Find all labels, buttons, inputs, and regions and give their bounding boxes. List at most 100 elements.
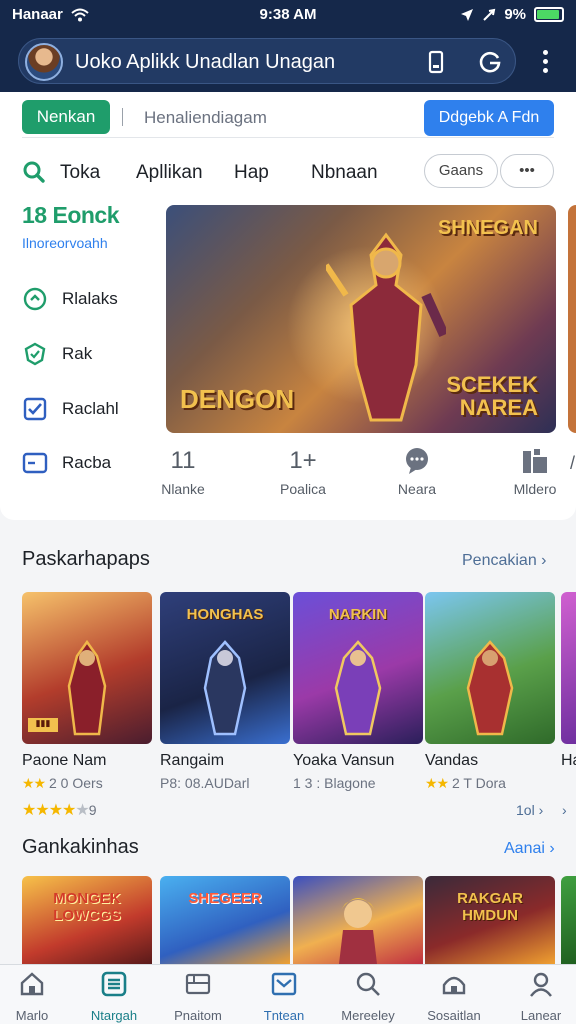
home-icon <box>20 972 44 996</box>
stat-label: Poalica <box>280 481 326 497</box>
app-name[interactable]: Vandas <box>425 752 478 770</box>
sidebar-item-4[interactable]: Racba <box>22 448 152 478</box>
search-icon[interactable] <box>22 160 46 184</box>
app-tile[interactable]: ▮▮▮ <box>22 592 152 744</box>
stat-2[interactable]: 1+ Poalica <box>258 447 348 497</box>
sidebar-title: 18 Eonck <box>22 202 120 228</box>
stat-1[interactable]: 11 Nlanke <box>138 447 228 497</box>
signal-icon <box>483 8 496 21</box>
search-icon <box>356 972 380 996</box>
tile-character-art <box>67 639 107 736</box>
tile-title: HONGHAS <box>186 606 264 623</box>
rating-stars: ★★ <box>22 775 46 791</box>
refresh-circle-icon <box>23 287 47 311</box>
bottom-nav-item[interactable]: Marlo <box>0 971 68 1023</box>
battery-fill <box>537 10 559 19</box>
tile-character-art <box>334 640 382 736</box>
sidebar-item-label: Rlalaks <box>62 289 118 308</box>
next-banner-peek[interactable] <box>568 205 576 433</box>
bottom-nav-item-active[interactable]: Ntargah <box>78 971 150 1023</box>
app-tile[interactable]: NARKIN <box>293 592 423 744</box>
sidebar-subtitle[interactable]: Ilnoreorvoahh <box>22 235 152 251</box>
app-tile[interactable]: SHEGEER <box>160 876 290 964</box>
account-bar[interactable]: Uoko Aplikk Unadlan Unagan <box>18 38 516 84</box>
bottom-nav-item[interactable]: Sosaitlan <box>418 971 490 1023</box>
app-name[interactable]: Rangaim <box>160 752 224 770</box>
search-row: Nenkan Henaliendiagam Ddgebk A Fdn <box>22 100 554 138</box>
divider <box>122 108 123 126</box>
sidebar-item-label: Raclahl <box>62 399 119 418</box>
cloud-icon <box>442 976 466 995</box>
bottom-nav-label: Ntargah <box>90 1008 138 1023</box>
featured-banner[interactable]: SHNEGAN DENGON SCEKEK NAREA <box>166 205 556 433</box>
filter-chip[interactable]: Gaans <box>424 154 498 188</box>
tile-title: SHEGEER <box>188 890 262 907</box>
nav-tab-4[interactable]: Nbnaan <box>311 162 378 184</box>
sidebar-item-2[interactable]: Rak <box>22 339 152 369</box>
sidebar-item-3[interactable]: Raclahl <box>22 394 152 424</box>
primary-filter-button[interactable]: Nenkan <box>22 100 110 134</box>
pager-next-icon[interactable]: › <box>562 802 567 818</box>
tile-badge: ▮▮▮ <box>28 718 58 732</box>
action-button[interactable]: Ddgebk A Fdn <box>424 100 554 136</box>
app-tile[interactable]: MONGEK LOWCGS <box>22 876 152 964</box>
app-tile[interactable] <box>293 876 423 964</box>
app-name[interactable]: Ha <box>561 752 576 770</box>
bottom-nav-item[interactable]: Mereeley <box>332 971 404 1023</box>
tile-title: MONGEK LOWCGS <box>53 890 121 924</box>
section-link[interactable]: Pencakian › <box>462 552 547 570</box>
sidebar-item-label: Racba <box>62 453 112 472</box>
bottom-nav-item[interactable]: Pnaitom <box>162 971 234 1023</box>
app-meta: ★★ 2 T Dora <box>425 775 506 791</box>
app-meta: P8: 08.AUDarl <box>160 775 250 791</box>
banner-title-top: SHNEGAN <box>437 217 538 239</box>
banner-subtitle: SCEKEK NAREA <box>446 371 538 420</box>
battery-icon <box>534 7 564 22</box>
inbox-icon <box>271 972 297 996</box>
phone-icon[interactable] <box>423 49 449 75</box>
app-tile[interactable] <box>425 592 555 744</box>
section-title: Paskarhapaps <box>22 548 150 570</box>
stat-3[interactable]: Neara <box>372 447 462 497</box>
section-link[interactable]: Aanai › <box>504 840 555 858</box>
app-tile-peek[interactable] <box>561 876 576 964</box>
stat-value: 1+ <box>289 447 317 474</box>
list-icon <box>185 973 211 995</box>
pager-link[interactable]: 1ol › <box>516 802 543 818</box>
bottom-nav-item[interactable]: Lanear <box>505 971 576 1023</box>
bottom-nav: Marlo Ntargah Pnaitom Tntean Mereeley So… <box>0 964 576 1024</box>
stat-label: Nlanke <box>161 481 205 497</box>
sidebar-item-1[interactable]: Rlalaks <box>22 284 152 314</box>
window-icon <box>22 452 48 474</box>
bottom-nav-label: Tntean <box>263 1008 305 1023</box>
app-name[interactable]: Paone Nam <box>22 752 107 770</box>
location-icon <box>461 8 474 21</box>
bottom-nav-label: Mereeley <box>341 1008 395 1023</box>
bottom-nav-label: Sosaitlan <box>427 1008 481 1023</box>
search-input[interactable]: Henaliendiagam <box>144 108 267 128</box>
more-chip[interactable]: ••• <box>500 154 554 188</box>
banner-title: DENGON <box>180 384 295 414</box>
section-title: Gankakinhas <box>22 836 139 858</box>
nav-tab-1[interactable]: Toka <box>60 162 100 184</box>
stat-label: Neara <box>397 481 437 497</box>
nav-tab-2[interactable]: Apllikan <box>136 162 203 184</box>
app-tile[interactable]: HONGHAS <box>160 592 290 744</box>
app-header: Uoko Aplikk Unadlan Unagan <box>0 30 576 92</box>
chat-bubble-icon <box>406 448 428 474</box>
stats-row: 11 Nlanke 1+ Poalica Neara Mldero / <box>158 447 576 507</box>
avatar[interactable] <box>25 43 63 81</box>
sidebar-item-label: Rak <box>62 344 93 363</box>
more-menu-icon[interactable] <box>530 44 560 78</box>
google-g-icon[interactable] <box>477 49 503 75</box>
app-tile-peek[interactable] <box>561 592 576 744</box>
nav-tab-3[interactable]: Hap <box>234 162 269 184</box>
apps-icon <box>101 971 127 997</box>
tile-title: RAKGAR HMDUN <box>457 890 523 924</box>
sidebar: 18 Eonck Ilnoreorvoahh <box>22 202 152 251</box>
stat-4[interactable]: Mldero <box>490 447 576 497</box>
app-tile[interactable]: RAKGAR HMDUN <box>425 876 555 964</box>
bottom-nav-label: Marlo <box>15 1008 49 1023</box>
app-name[interactable]: Yoaka Vansun <box>293 752 394 770</box>
bottom-nav-item[interactable]: Tntean <box>248 971 320 1023</box>
